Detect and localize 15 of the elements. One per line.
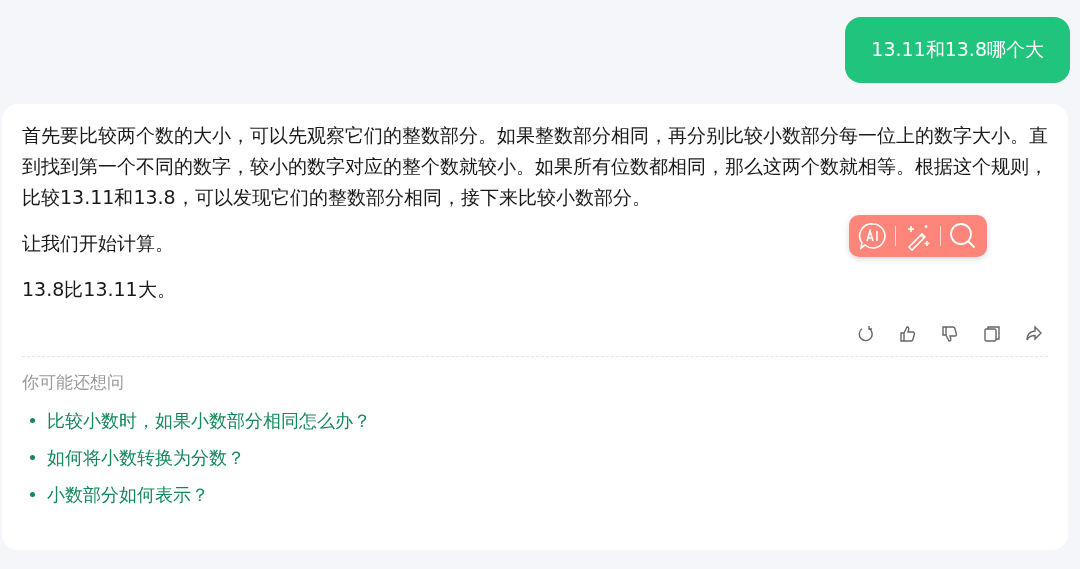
suggested-question[interactable]: 小数部分如何表示？ bbox=[47, 482, 209, 507]
copy-icon[interactable] bbox=[982, 324, 1002, 344]
answer-paragraph: 13.8比13.11大。 bbox=[22, 277, 176, 302]
suggested-question[interactable]: 比较小数时，如果小数部分相同怎么办？ bbox=[47, 408, 371, 433]
thumbs-up-icon[interactable] bbox=[898, 324, 918, 344]
bullet-icon bbox=[30, 492, 35, 497]
suggested-question[interactable]: 如何将小数转换为分数？ bbox=[47, 445, 245, 470]
suggestions-title: 你可能还想问 bbox=[22, 371, 125, 394]
regenerate-icon[interactable] bbox=[856, 324, 876, 344]
bullet-icon bbox=[30, 418, 35, 423]
answer-paragraph: 让我们开始计算。 bbox=[22, 231, 174, 256]
bullet-icon bbox=[30, 455, 35, 460]
answer-paragraph: 首先要比较两个数的大小，可以先观察它们的整数部分。如果整数部分相同，再分别比较小数部分每一位上的数字大小。直到找到第一个不同的数字，较小的数字对应的整个数就较小。如果所有位数都相同，那么这两个数就相等。根据这个规则，比较13.11和13.8，可以发现它们的整数部分相同，接下来比较小数部分。 bbox=[22, 123, 1048, 210]
thumbs-down-icon[interactable] bbox=[940, 324, 960, 344]
user-message: 13.11和13.8哪个大 bbox=[845, 17, 1070, 83]
